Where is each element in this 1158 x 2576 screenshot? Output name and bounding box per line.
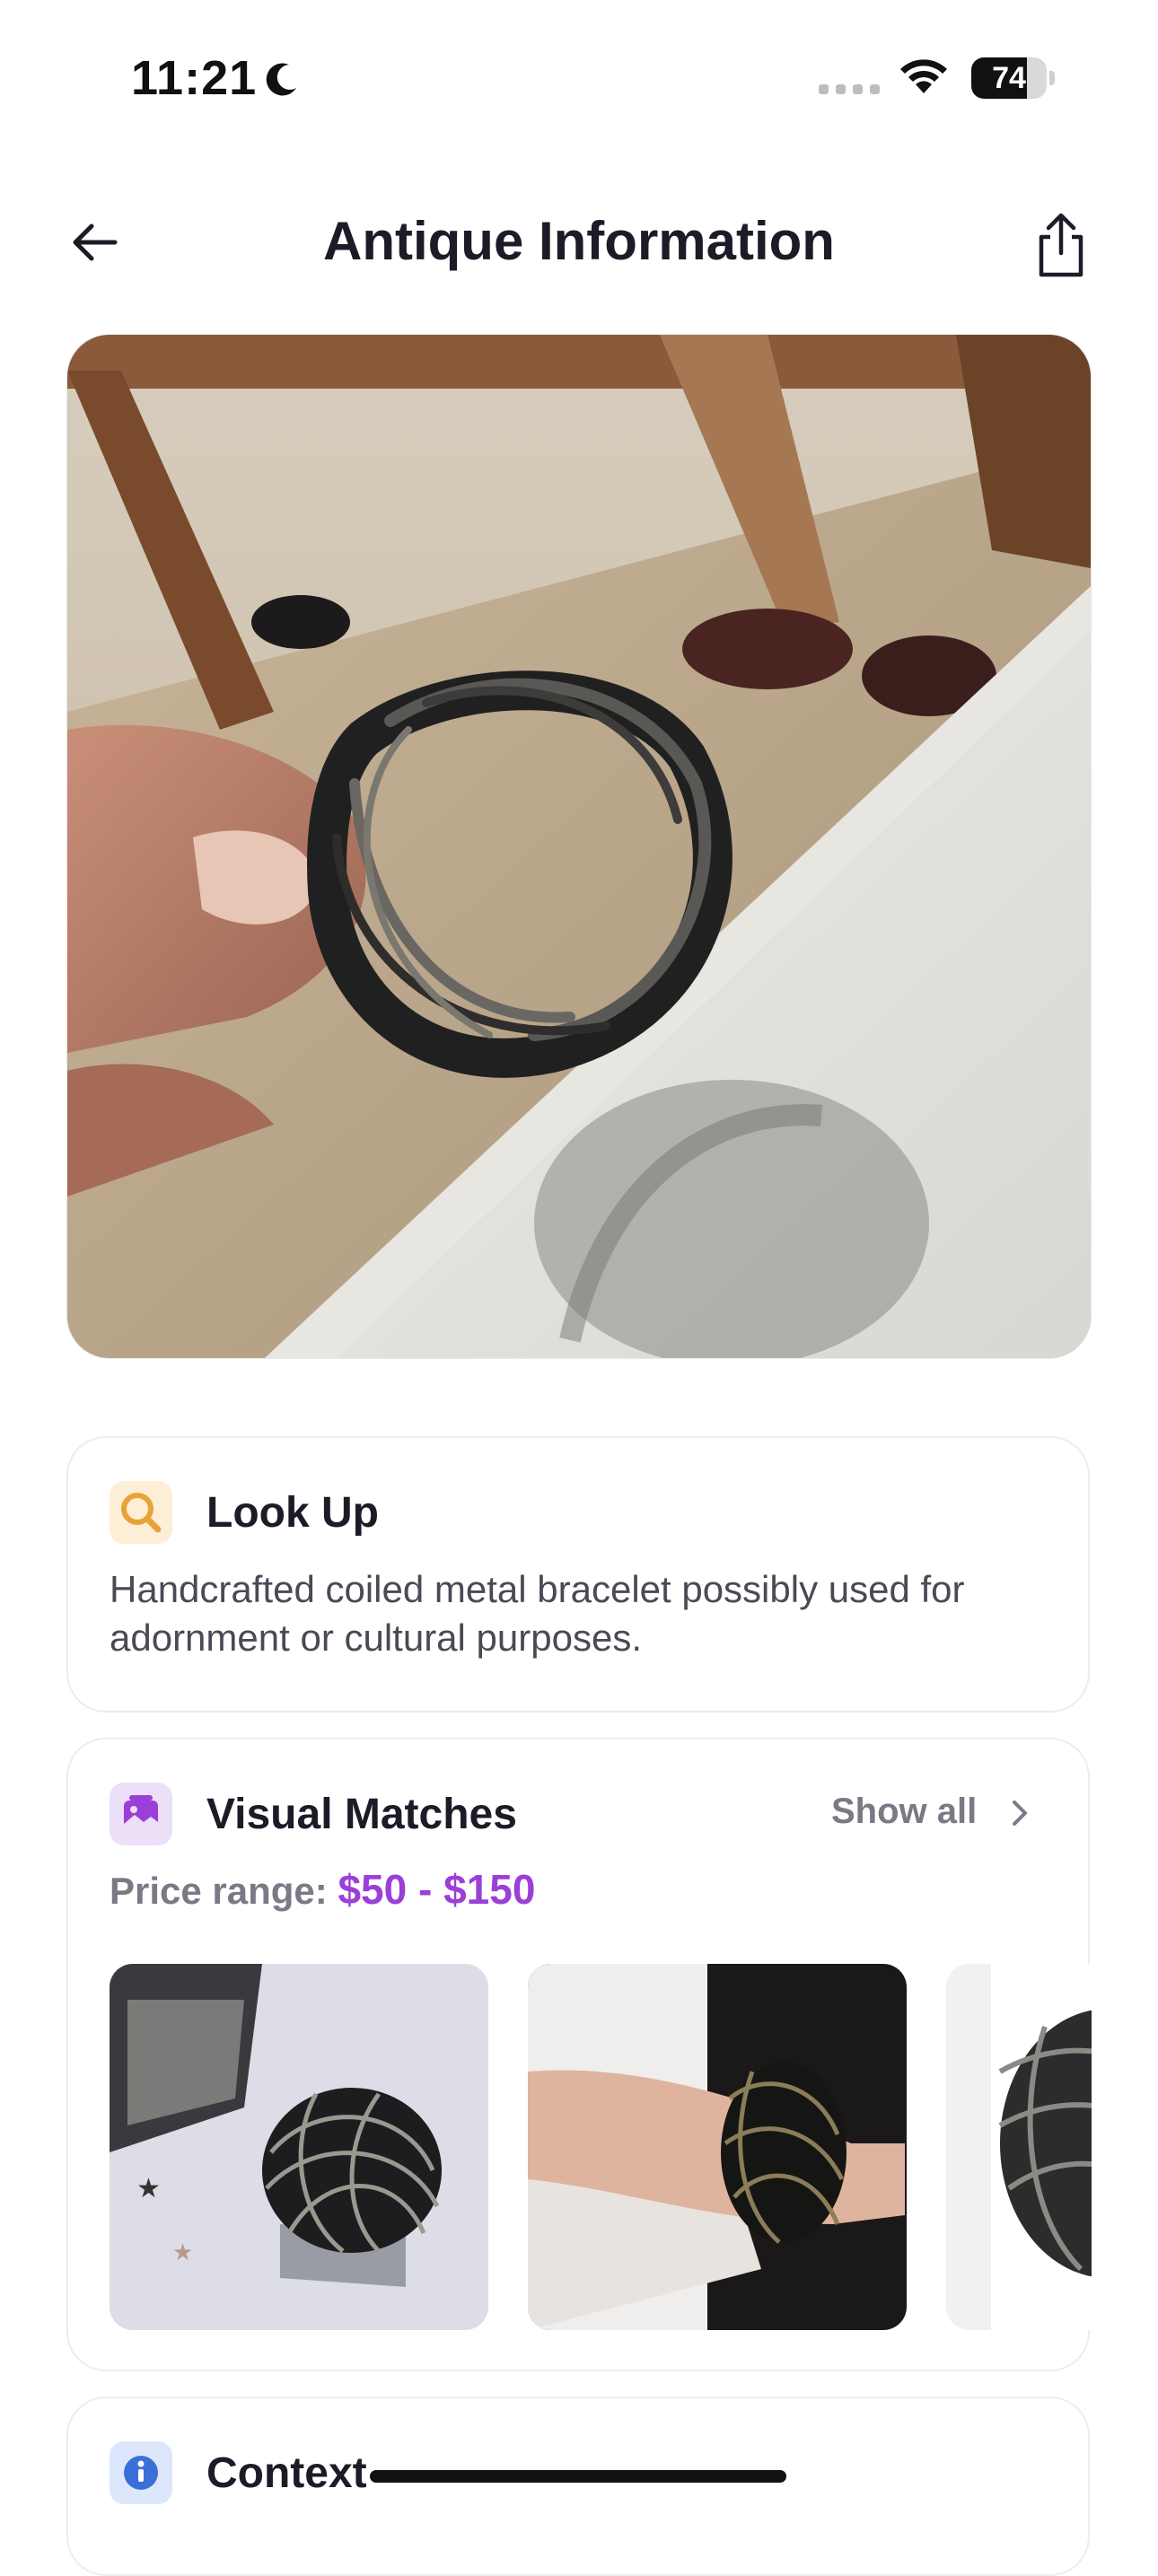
context-card: Context: [66, 2396, 1090, 2576]
visual-matches-title: Visual Matches: [206, 1791, 517, 1838]
status-bar: 11:21 74: [0, 0, 1158, 153]
visual-matches-card: Visual Matches Show all Price range: $50…: [66, 1738, 1092, 2371]
moon-icon: [266, 63, 296, 96]
wifi-icon: [900, 59, 947, 93]
look-up-description: Handcrafted coiled metal bracelet possib…: [110, 1568, 965, 1659]
search-icon: [110, 1481, 172, 1544]
look-up-title: Look Up: [206, 1489, 379, 1537]
match-thumbnail-1[interactable]: ★ ★: [110, 1964, 488, 2330]
look-up-card: Look Up Handcrafted coiled metal bracele…: [66, 1436, 1090, 1713]
info-icon: [110, 2441, 172, 2504]
match-thumbnail-2[interactable]: [528, 1964, 907, 2330]
price-range-label: Price range:: [110, 1870, 328, 1912]
match-thumbnail-3[interactable]: [946, 1964, 1092, 2330]
share-button[interactable]: [1032, 212, 1090, 280]
cellular-signal-icon: [819, 84, 880, 94]
antique-photo[interactable]: [66, 334, 1092, 1359]
home-indicator[interactable]: [370, 2470, 786, 2483]
battery-level: 74: [992, 61, 1026, 95]
context-title: Context: [206, 2449, 367, 2497]
svg-text:★: ★: [136, 2173, 161, 2204]
show-all-button[interactable]: Show all: [831, 1792, 977, 1832]
page-title: Antique Information: [323, 211, 835, 271]
chevron-right-icon[interactable]: [1002, 1795, 1038, 1831]
price-range-value: $50 - $150: [338, 1866, 536, 1913]
image-icon: [110, 1783, 172, 1845]
svg-text:★: ★: [172, 2239, 193, 2266]
battery-indicator: 74: [971, 57, 1055, 99]
status-time: 11:21: [131, 51, 258, 105]
visual-matches-carousel[interactable]: ★ ★: [110, 1964, 1092, 2332]
price-range: Price range: $50 - $150: [110, 1865, 535, 1914]
